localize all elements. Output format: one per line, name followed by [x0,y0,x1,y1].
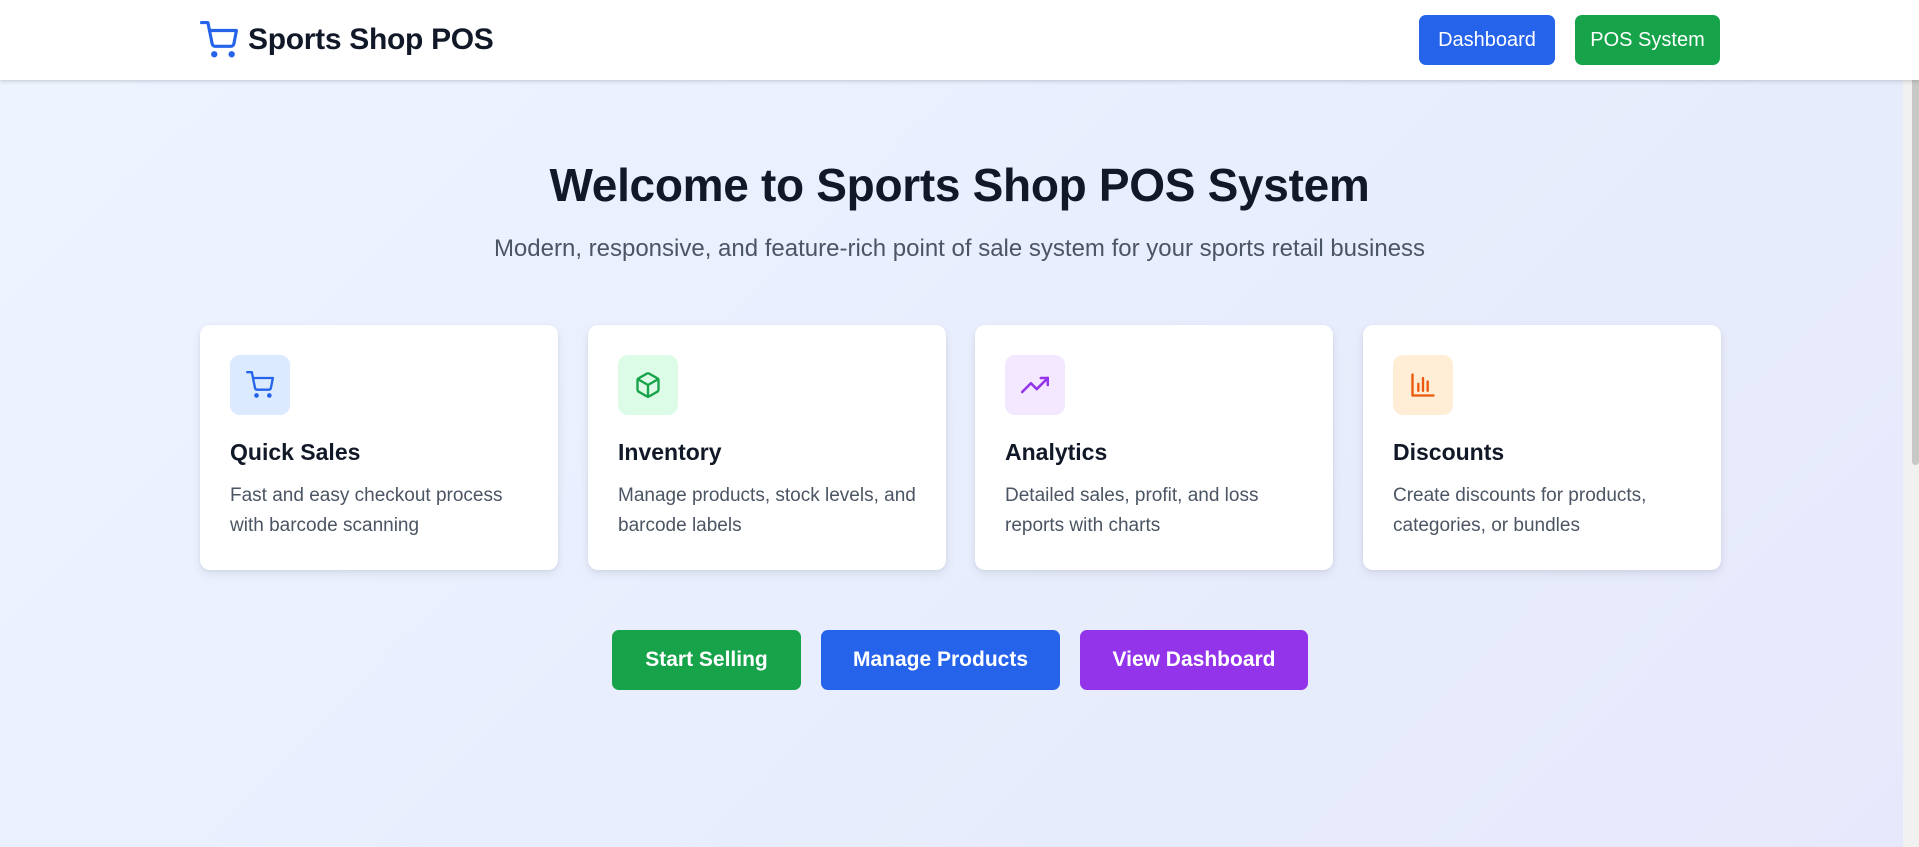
shopping-cart-icon [200,21,238,59]
feature-title: Quick Sales [230,439,361,465]
package-icon [618,355,678,415]
feature-description: Detailed sales, profit, and loss reports… [1005,485,1259,536]
feature-card-analytics: Analytics Detailed sales, profit, and lo… [975,325,1333,570]
pos-system-nav-button[interactable]: POS System [1575,15,1720,65]
feature-description: Create discounts for products, categorie… [1393,485,1647,536]
feature-title: Inventory [618,439,722,465]
feature-title: Analytics [1005,439,1108,465]
feature-description: Fast and easy checkout process with barc… [230,485,503,536]
view-dashboard-button[interactable]: View Dashboard [1080,630,1308,690]
feature-title: Discounts [1393,439,1505,465]
dashboard-nav-button[interactable]: Dashboard [1419,15,1555,65]
brand-title: Sports Shop POS [248,23,494,56]
feature-description: Manage products, stock levels, and barco… [618,485,916,536]
manage-products-button[interactable]: Manage Products [821,630,1060,690]
trending-up-icon [1005,355,1065,415]
feature-card-inventory: Inventory Manage products, stock levels,… [588,325,946,570]
brand[interactable]: Sports Shop POS [200,20,494,60]
page-title: Welcome to Sports Shop POS System [549,159,1370,211]
shopping-cart-icon [230,355,290,415]
start-selling-button[interactable]: Start Selling [612,630,801,690]
bar-chart-icon [1393,355,1453,415]
feature-card-quick-sales: Quick Sales Fast and easy checkout proce… [200,325,558,570]
page-subtitle: Modern, responsive, and feature-rich poi… [493,235,1426,262]
feature-card-discounts: Discounts Create discounts for products,… [1363,325,1721,570]
top-navbar: Sports Shop POS Dashboard POS System [0,0,1919,80]
